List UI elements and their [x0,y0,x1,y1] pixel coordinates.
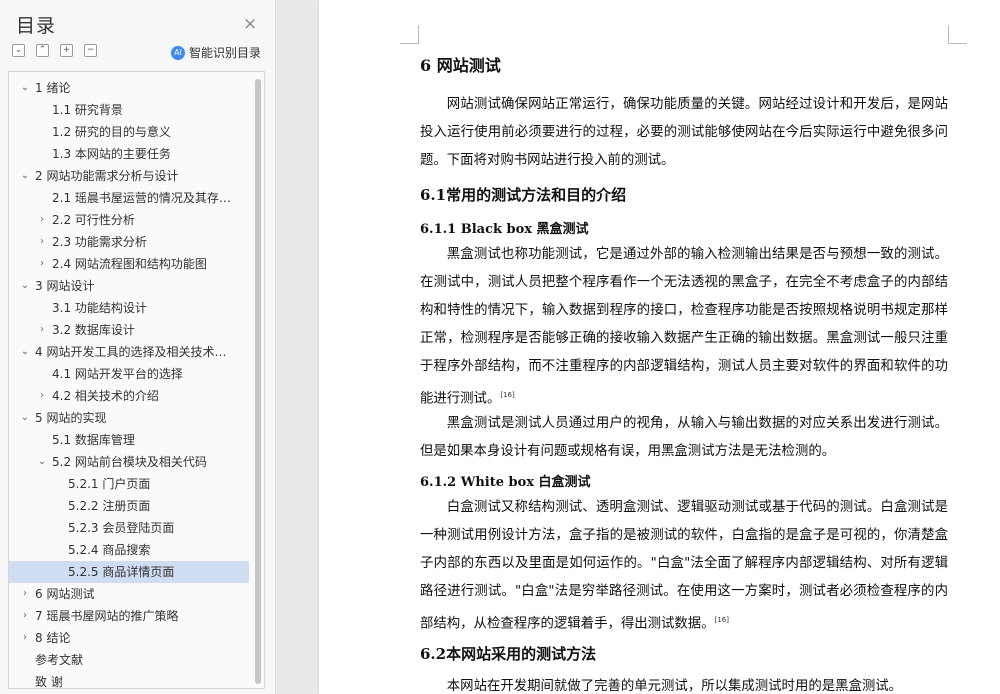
toc-item[interactable]: ⌄ 4 网站开发工具的选择及相关技术… [9,341,249,363]
toc-item-label: 5.2.1 门户页面 [68,477,151,491]
chevron-down-icon[interactable]: ⌄ [36,451,48,473]
toc-item[interactable]: › 2.3 功能需求分析 [9,231,249,253]
toc-item[interactable]: ⌄ 5.2 网站前台模块及相关代码 [9,451,249,473]
smart-toc-button[interactable]: AI 智能识别目录 [171,44,261,61]
toc-item[interactable]: › 3.2 数据库设计 [9,319,249,341]
toc-item-label: 5.2 网站前台模块及相关代码 [52,455,207,469]
toc-item[interactable]: 4.1 网站开发平台的选择 [9,363,249,385]
toc-item[interactable]: 2.1 瑶晨书屋运营的情况及其存… [9,187,249,209]
document-page: 6 网站测试 网站测试确保网站正常运行，确保功能质量的关键。网站经过设计和开发后… [319,0,1000,694]
subsubsection-heading-6-1-1: 6.1.1 Black box 黑盒测试 [420,222,589,237]
chevron-right-icon[interactable]: › [36,253,48,275]
smart-toc-label: 智能识别目录 [189,46,262,60]
toc-item-label: 2.2 可行性分析 [52,213,135,227]
toc-item-label: 5.2.2 注册页面 [68,499,151,513]
toc-list: ⌄ 1 绪论 1.1 研究背景 1.2 研究的目的与意义 1.3 本网站的主要任务 ⌄ 2 … [9,77,249,689]
toc-item-label: 参考文献 [35,653,84,667]
toc-item-label: 3.1 功能结构设计 [52,301,147,315]
toc-item[interactable]: 5.2.3 会员登陆页面 [9,517,249,539]
toc-item-label: 1.1 研究背景 [52,103,123,117]
toc-item[interactable]: › 2.4 网站流程图和结构功能图 [9,253,249,275]
toc-item[interactable]: 1.3 本网站的主要任务 [9,143,249,165]
remove-heading-icon[interactable]: − [84,44,97,57]
paragraph-white-box: 白盒测试又称结构测试、透明盒测试、逻辑驱动测试或基于代码的测试。白盒测试是一种测… [420,500,948,632]
toc-item-label: 2.3 功能需求分析 [52,235,147,249]
toc-item[interactable]: 5.2.5 商品详情页面 [9,561,249,583]
toc-item[interactable]: 致 谢 [9,671,249,689]
toc-item[interactable]: › 4.2 相关技术的介绍 [9,385,249,407]
toc-item[interactable]: 5.2.4 商品搜索 [9,539,249,561]
citation[interactable]: [16] [715,616,729,624]
paragraph-black-box-2: 黑盒测试是测试人员通过用户的视角，从输入与输出数据的对应关系出发进行测试。但是如… [420,416,948,459]
toc-item-label: 5.2.4 商品搜索 [68,543,151,557]
chevron-right-icon[interactable]: › [19,627,31,649]
toc-item-label: 4.1 网站开发平台的选择 [52,367,183,381]
ai-icon: AI [171,45,185,60]
toc-item-label: 致 谢 [35,675,63,689]
toc-item[interactable]: 3.1 功能结构设计 [9,297,249,319]
subsection-heading-6-1: 6.1常用的测试方法和目的介绍 [420,186,627,204]
chevron-right-icon[interactable]: › [36,231,48,253]
toc-item-label: 8 结论 [35,631,71,645]
toc-item-label: 2 网站功能需求分析与设计 [35,169,179,183]
toc-item-label: 6 网站测试 [35,587,95,601]
add-heading-icon[interactable]: + [60,44,73,57]
toc-item-label: 5.2.3 会员登陆页面 [68,521,175,535]
crop-mark-right [948,25,967,44]
toc-item-label: 4.2 相关技术的介绍 [52,389,159,403]
paragraph-test-method: 本网站在开发期间就做了完善的单元测试，所以集成测试时用的是黑盒测试。 [446,679,903,694]
toc-item-label: 2.4 网站流程图和结构功能图 [52,257,207,271]
toc-item-label: 5 网站的实现 [35,411,107,425]
toc-item[interactable]: › 2.2 可行性分析 [9,209,249,231]
toc-item-label: 1.3 本网站的主要任务 [52,147,171,161]
chevron-down-icon[interactable]: ⌄ [19,341,31,363]
chevron-down-icon[interactable]: ⌄ [19,165,31,187]
toc-item[interactable]: ⌄ 1 绪论 [9,77,249,99]
toc-item[interactable]: 5.1 数据库管理 [9,429,249,451]
toc-item[interactable]: › 6 网站测试 [9,583,249,605]
expand-all-icon[interactable]: ⌄ [12,44,25,57]
toc-item[interactable]: 5.2.2 注册页面 [9,495,249,517]
toc-scrollbar[interactable] [255,79,261,684]
toc-item-label: 5.2.5 商品详情页面 [68,565,175,579]
toc-item[interactable]: › 8 结论 [9,627,249,649]
toc-item[interactable]: ⌄ 5 网站的实现 [9,407,249,429]
toc-item[interactable]: 1.1 研究背景 [9,99,249,121]
toc-item[interactable]: 参考文献 [9,649,249,671]
chevron-down-icon[interactable]: ⌄ [19,77,31,99]
toc-item-label: 1 绪论 [35,81,71,95]
toc-item[interactable]: › 7 瑶晨书屋网站的推广策略 [9,605,249,627]
toc-item-label: 3.2 数据库设计 [52,323,135,337]
collapse-all-icon[interactable]: ⌃ [36,44,49,57]
navigation-pane: 目录 × ⌄ ⌃ + − AI 智能识别目录 ⌄ 1 绪论 1.1 研究背景 1.2 … [0,0,276,694]
chevron-right-icon[interactable]: › [36,319,48,341]
toc-item[interactable]: ⌄ 3 网站设计 [9,275,249,297]
citation[interactable]: [16] [500,391,514,399]
toc-item[interactable]: ⌄ 2 网站功能需求分析与设计 [9,165,249,187]
toc-item-label: 2.1 瑶晨书屋运营的情况及其存… [52,191,231,205]
toc-item[interactable]: 5.2.1 门户页面 [9,473,249,495]
chevron-down-icon[interactable]: ⌄ [19,275,31,297]
toc-item-label: 4 网站开发工具的选择及相关技术… [35,345,227,359]
chevron-right-icon[interactable]: › [19,605,31,627]
toc-item-label: 7 瑶晨书屋网站的推广策略 [35,609,179,623]
close-icon[interactable]: × [243,14,257,34]
crop-mark-left [400,25,419,44]
toc-item[interactable]: 1.2 研究的目的与意义 [9,121,249,143]
chevron-right-icon[interactable]: › [19,583,31,605]
paragraph-intro: 网站测试确保网站正常运行，确保功能质量的关键。网站经过设计和开发后，是网站投入运… [420,97,948,168]
toc-pane-title: 目录 [16,15,57,37]
toc-item-label: 1.2 研究的目的与意义 [52,125,171,139]
toc-item-label: 5.1 数据库管理 [52,433,135,447]
subsection-heading-6-2: 6.2本网站采用的测试方法 [420,645,597,663]
toc-item-label: 3 网站设计 [35,279,95,293]
subsubsection-heading-6-1-2: 6.1.2 White box 白盒测试 [420,475,591,490]
paragraph-black-box: 黑盒测试也称功能测试，它是通过外部的输入检测输出结果是否与预想一致的测试。在测试… [420,247,948,407]
toc-tree: ⌄ 1 绪论 1.1 研究背景 1.2 研究的目的与意义 1.3 本网站的主要任务 ⌄ 2 … [8,71,265,689]
chevron-down-icon[interactable]: ⌄ [19,407,31,429]
document-area: 6 网站测试 网站测试确保网站正常运行，确保功能质量的关键。网站经过设计和开发后… [277,0,1000,694]
chevron-right-icon[interactable]: › [36,209,48,231]
section-heading: 6 网站测试 [420,56,501,75]
chevron-right-icon[interactable]: › [36,385,48,407]
